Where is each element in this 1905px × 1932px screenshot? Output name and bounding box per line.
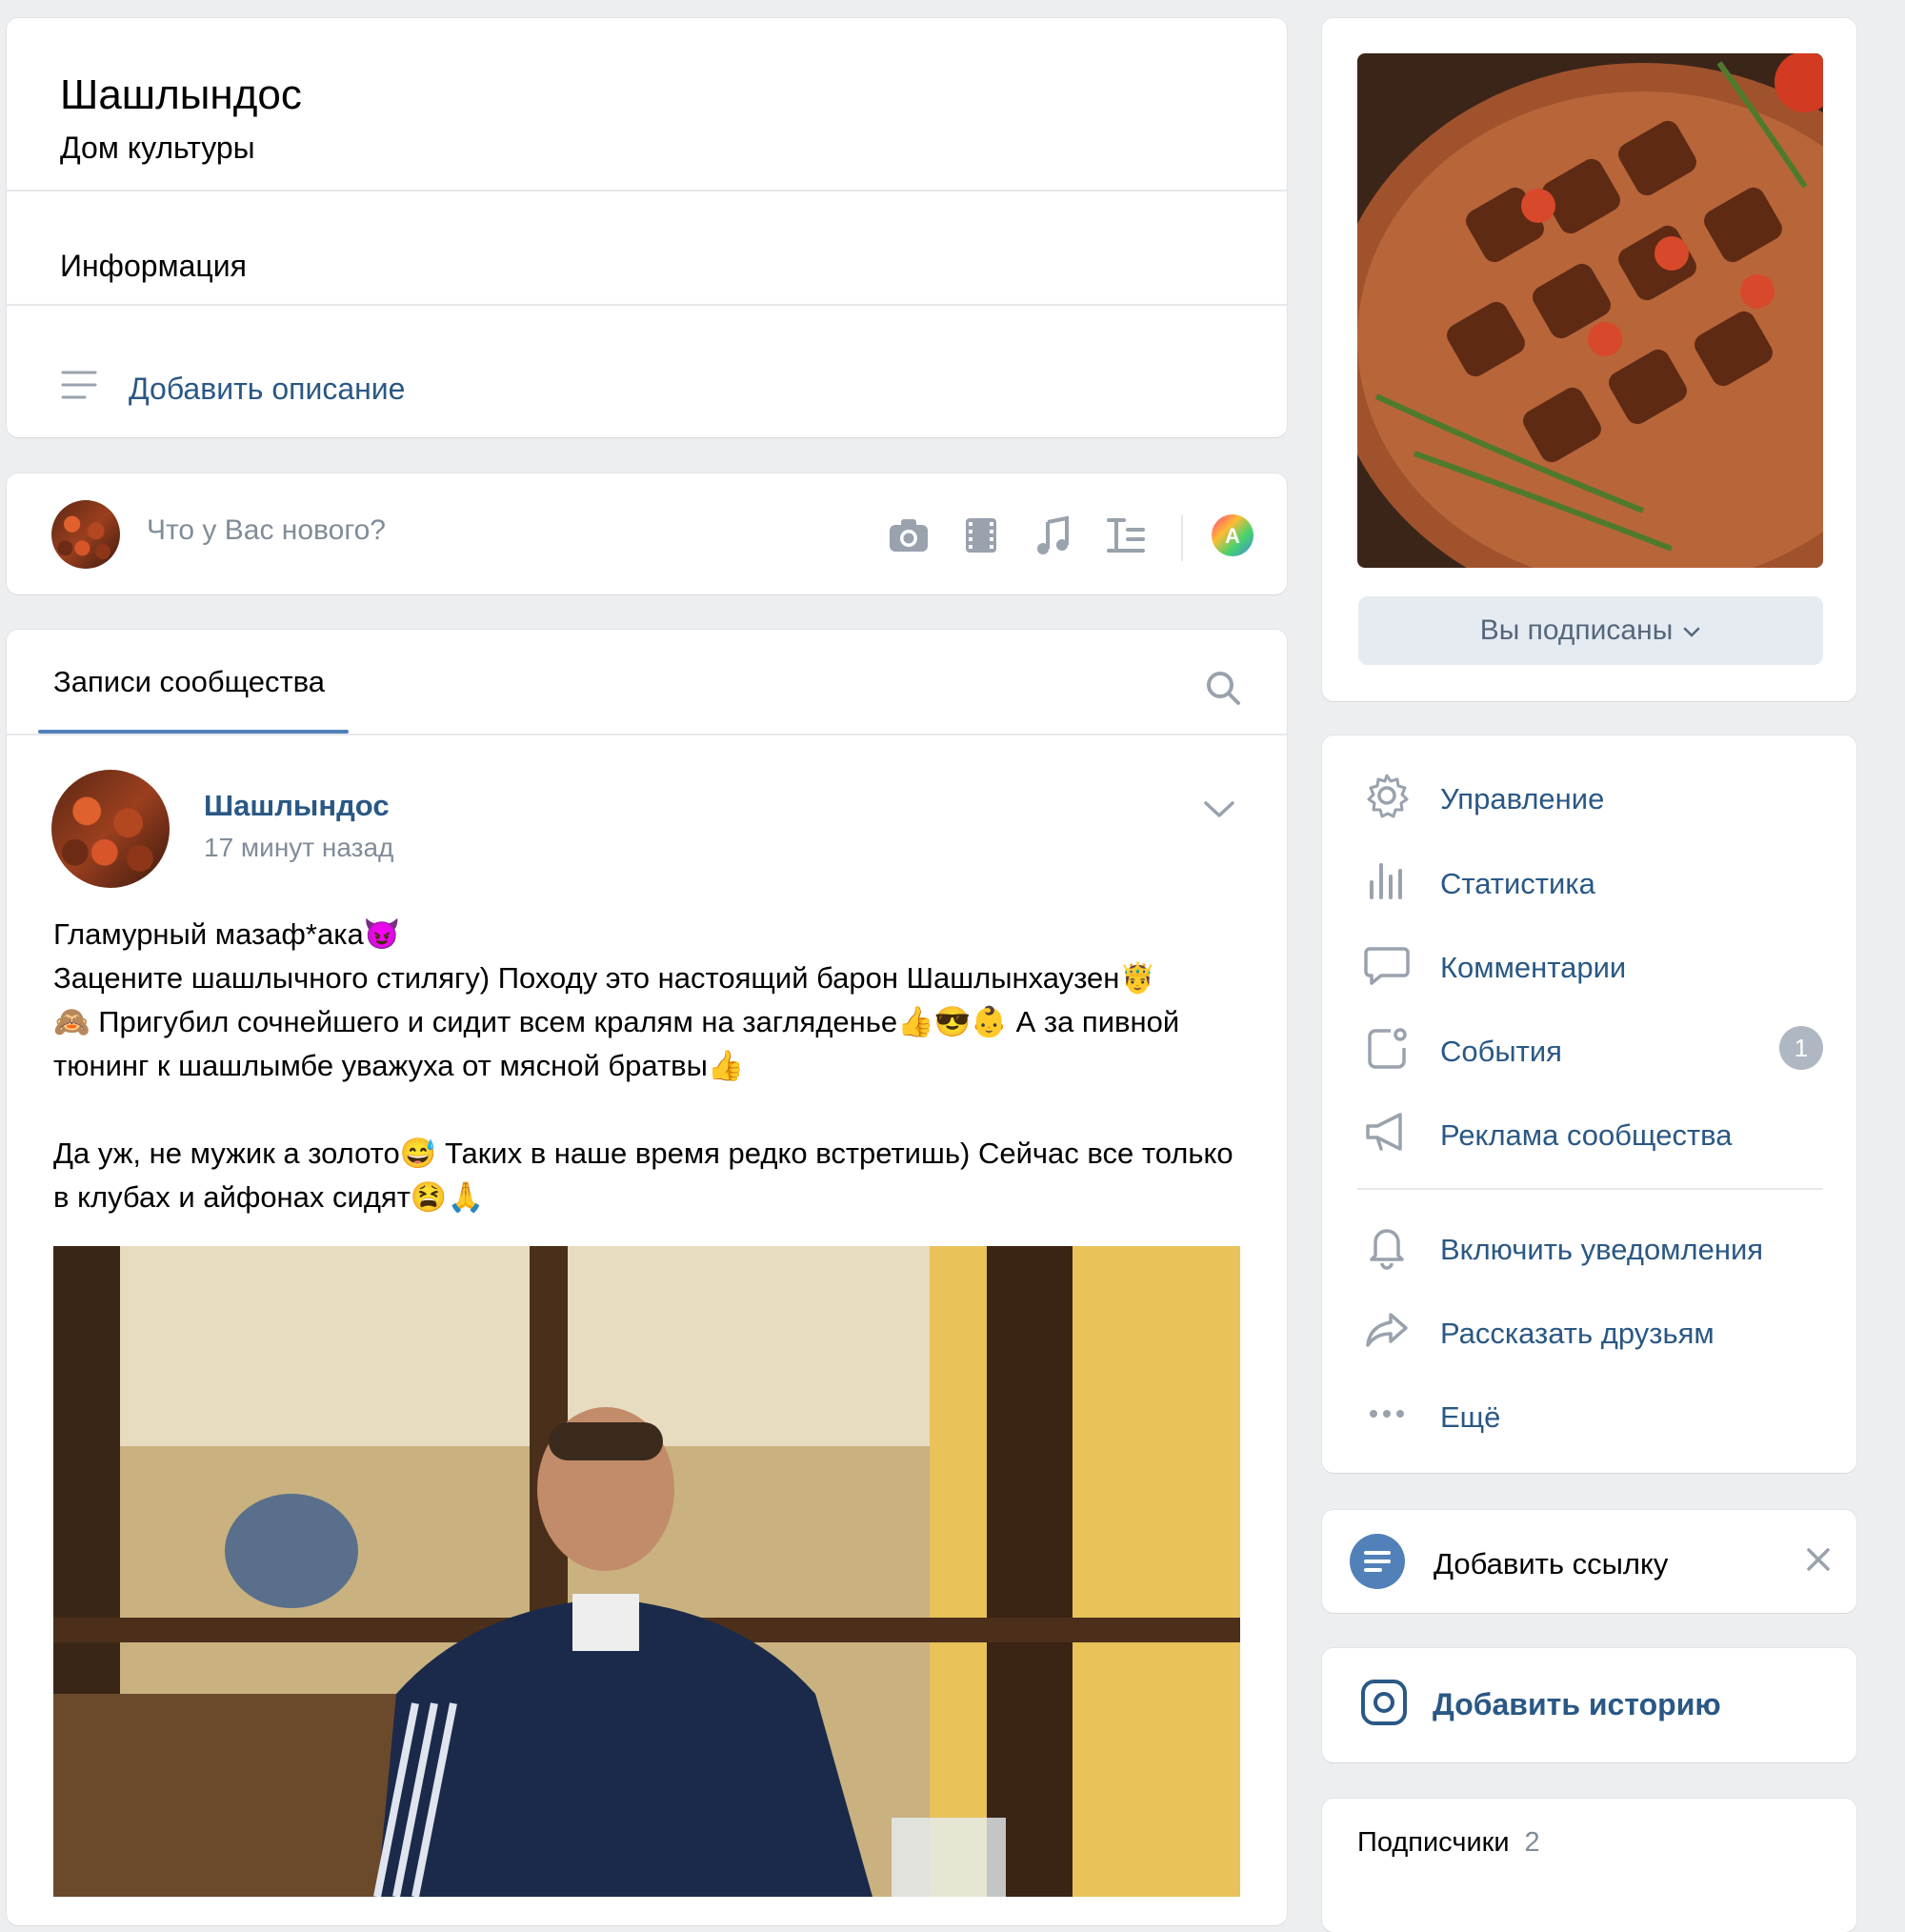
composer-input[interactable]: Что у Вас нового? [147,514,386,547]
post-menu-chevron-icon[interactable] [1202,798,1236,826]
composer-tools: A [886,513,1255,563]
video-icon[interactable] [958,513,1004,563]
subscribers-header[interactable]: Подписчики 2 [1357,1827,1540,1859]
menu-item-share[interactable]: Рассказать друзьям [1362,1305,1714,1362]
svg-text:A: A [1225,524,1240,548]
menu-label: Реклама сообщества [1440,1118,1733,1152]
post-text: Гламурный мазаф*ака😈 Зацените шашлычного… [53,917,1233,1214]
close-icon[interactable] [1804,1545,1833,1579]
group-cover-photo[interactable] [1357,53,1823,568]
subscribers-card [1322,1799,1856,1932]
share-icon [1362,1305,1412,1362]
info-heading: Информация [60,249,247,283]
add-description-label: Добавить описание [129,371,406,406]
post-author-name[interactable]: Шашлындос [204,789,390,823]
wall-search-icon[interactable] [1204,669,1242,712]
post-author-avatar[interactable] [51,770,170,888]
article-icon[interactable] [1103,513,1149,563]
menu-label: Ещё [1440,1400,1501,1434]
divider [1357,1188,1823,1190]
add-link-button[interactable]: Добавить ссылку [1350,1534,1668,1594]
subscribed-button[interactable]: Вы подписаны [1358,596,1823,665]
more-icon [1362,1389,1412,1446]
menu-item-comments[interactable]: Комментарии [1362,939,1626,996]
megaphone-icon [1362,1107,1412,1164]
divider [1181,514,1183,561]
menu-label: Статистика [1440,867,1595,900]
text-lines-icon [60,369,98,409]
tab-community-posts[interactable]: Записи сообщества [53,665,325,699]
stats-icon [1362,855,1412,913]
menu-item-stats[interactable]: Статистика [1362,855,1595,913]
events-icon [1362,1023,1412,1080]
story-camera-icon [1360,1679,1408,1731]
bell-icon [1362,1221,1412,1278]
divider [7,734,1287,735]
post-timestamp[interactable]: 17 минут назад [204,833,393,863]
menu-item-ads[interactable]: Реклама сообщества [1362,1107,1733,1164]
composer-avatar [51,500,120,569]
subscribers-label: Подписчики [1357,1827,1510,1858]
menu-item-management[interactable]: Управление [1362,771,1604,828]
menu-item-notifications[interactable]: Включить уведомления [1362,1221,1763,1278]
post-photo[interactable] [53,1246,1240,1897]
add-description-button[interactable]: Добавить описание [60,369,405,409]
add-story-button[interactable]: Добавить историю [1360,1679,1721,1731]
gear-icon [1362,771,1412,828]
add-story-label: Добавить историю [1433,1687,1721,1721]
events-count-badge: 1 [1779,1026,1823,1070]
add-link-label: Добавить ссылку [1434,1546,1669,1580]
subscribed-label: Вы подписаны [1479,614,1674,646]
menu-label: Управление [1440,782,1605,815]
group-header-card: Шашлындос Дом культуры Информация Добави… [7,18,1287,437]
music-icon[interactable] [1031,513,1076,563]
menu-item-more[interactable]: Ещё [1362,1389,1500,1446]
menu-label: Включить уведомления [1440,1233,1764,1266]
group-title: Шашлындос [60,71,302,118]
menu-item-events[interactable]: События [1362,1023,1562,1080]
divider [7,304,1287,306]
menu-label: Рассказать друзьям [1440,1317,1714,1350]
comment-icon [1362,939,1412,996]
menu-label: Комментарии [1440,951,1627,984]
menu-label: События [1440,1035,1562,1068]
link-list-icon [1350,1534,1405,1594]
camera-icon[interactable] [886,513,932,563]
app-icon[interactable]: A [1210,513,1255,563]
chevron-down-icon [1682,614,1701,647]
divider [7,190,1287,191]
group-status: Дом культуры [60,131,255,165]
subscribers-count: 2 [1524,1827,1540,1858]
